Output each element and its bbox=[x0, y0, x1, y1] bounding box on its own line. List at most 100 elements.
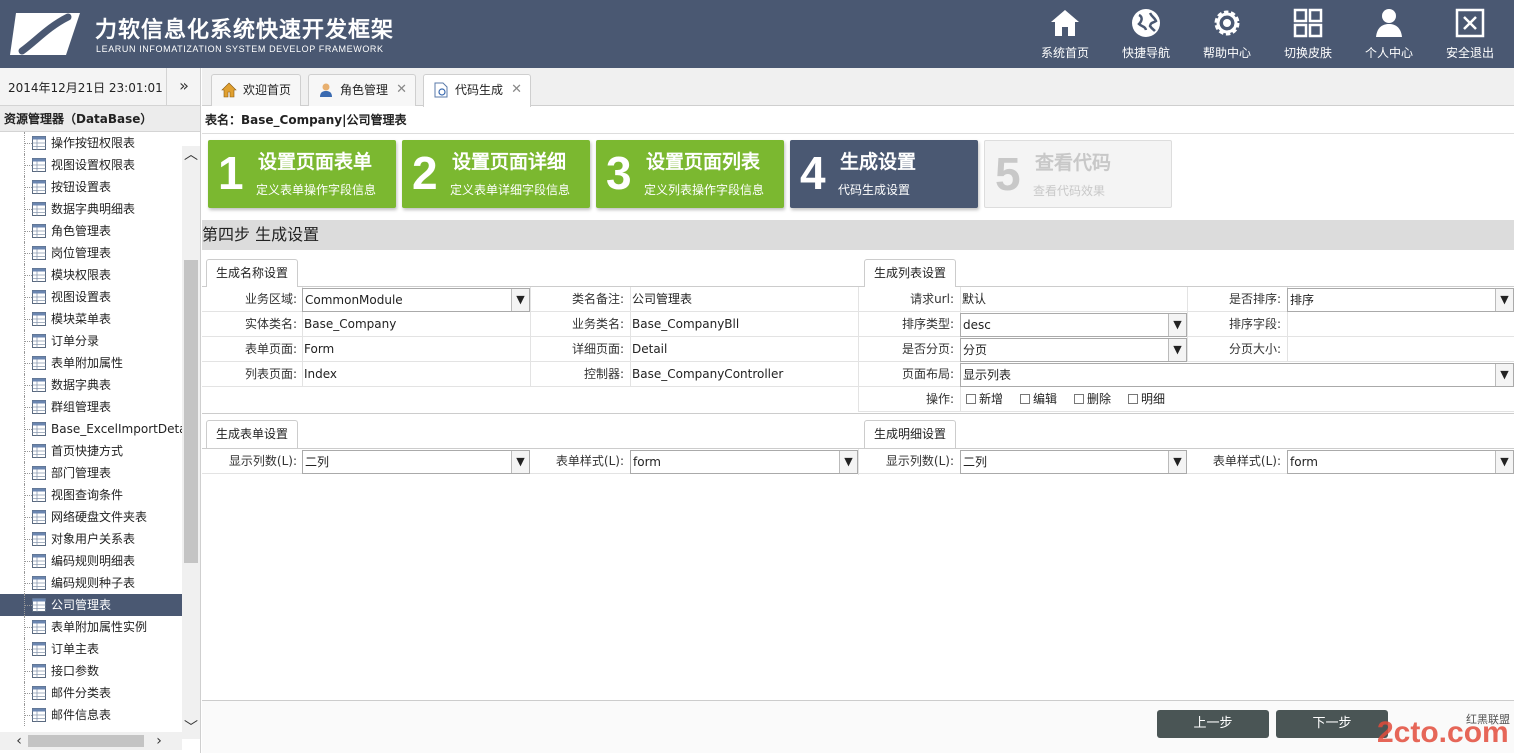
tree-line bbox=[24, 418, 32, 440]
detail-style-select[interactable]: form ▼ bbox=[1287, 450, 1514, 474]
tab-name-settings[interactable]: 生成名称设置 bbox=[206, 259, 299, 287]
sidebar-item[interactable]: 表单附加属性 bbox=[0, 352, 182, 374]
class-note-field[interactable]: 公司管理表 bbox=[630, 287, 858, 312]
tab-list-settings[interactable]: 生成列表设置 bbox=[864, 259, 957, 287]
nav-home-button[interactable]: 系统首页 bbox=[1025, 0, 1105, 68]
tab-detail-settings[interactable]: 生成明细设置 bbox=[864, 420, 957, 448]
close-icon[interactable]: ✕ bbox=[511, 75, 522, 105]
nav-skin-button[interactable]: 切换皮肤 bbox=[1268, 0, 1348, 68]
area-select[interactable]: CommonModule ▼ bbox=[302, 288, 530, 312]
collapse-sidebar-button[interactable]: » bbox=[166, 68, 201, 105]
scroll-up-icon[interactable]: ︿ bbox=[182, 146, 200, 164]
form-style-select[interactable]: form ▼ bbox=[630, 450, 858, 474]
sort-field-input[interactable] bbox=[1287, 312, 1514, 337]
page-size-input[interactable] bbox=[1287, 337, 1514, 362]
vertical-scrollbar[interactable]: ︿ ﹀ bbox=[182, 146, 200, 739]
sidebar-item[interactable]: 编码规则明细表 bbox=[0, 550, 182, 572]
paging-select[interactable]: 分页 ▼ bbox=[960, 338, 1187, 362]
sidebar-item[interactable]: 对象用户关系表 bbox=[0, 528, 182, 550]
sidebar-item[interactable]: Base_ExcelImportDetai bbox=[0, 418, 182, 440]
sidebar-item[interactable]: 按钮设置表 bbox=[0, 176, 182, 198]
detail-page-field[interactable]: Detail bbox=[630, 337, 858, 362]
sidebar-item[interactable]: 邮件信息表 bbox=[0, 704, 182, 726]
layout-value: 显示列表 bbox=[963, 368, 1012, 382]
sidebar-item[interactable]: 操作按钮权限表 bbox=[0, 132, 182, 154]
biz-class-field[interactable]: Base_CompanyBll bbox=[630, 312, 858, 337]
close-icon[interactable]: ✕ bbox=[396, 75, 407, 105]
nav-quick-button[interactable]: 快捷导航 bbox=[1106, 0, 1186, 68]
sidebar-item[interactable]: 视图设置表 bbox=[0, 286, 182, 308]
sidebar-item-label: Base_ExcelImportDetai bbox=[51, 422, 182, 436]
scroll-thumb[interactable] bbox=[28, 735, 144, 747]
detail-cols-select[interactable]: 二列 ▼ bbox=[960, 450, 1187, 474]
tab-form-settings[interactable]: 生成表单设置 bbox=[206, 420, 299, 448]
op-edit-checkbox[interactable]: 编辑 bbox=[1020, 388, 1057, 410]
step-4[interactable]: 4 生成设置 代码生成设置 bbox=[790, 140, 978, 208]
op-add-checkbox[interactable]: 新增 bbox=[966, 388, 1003, 410]
prev-step-button[interactable]: 上一步 bbox=[1157, 710, 1269, 738]
nav-quick-label: 快捷导航 bbox=[1121, 46, 1170, 60]
step-2[interactable]: 2 设置页面详细 定义表单详细字段信息 bbox=[402, 140, 590, 208]
sidebar-item[interactable]: 接口参数 bbox=[0, 660, 182, 682]
controller-field[interactable]: Base_CompanyController bbox=[630, 362, 858, 387]
nav-logout-button[interactable]: 安全退出 bbox=[1430, 0, 1510, 68]
op-detail-checkbox[interactable]: 明细 bbox=[1128, 388, 1165, 410]
sort-type-select[interactable]: desc ▼ bbox=[960, 313, 1187, 337]
sidebar-item[interactable]: 模块权限表 bbox=[0, 264, 182, 286]
nav-help-button[interactable]: 帮助中心 bbox=[1187, 0, 1267, 68]
sidebar-item[interactable]: 订单分录 bbox=[0, 330, 182, 352]
tab-role-management[interactable]: 角色管理 ✕ bbox=[308, 74, 416, 106]
sidebar-item[interactable]: 公司管理表 bbox=[0, 594, 182, 616]
horizontal-scrollbar[interactable]: ‹ › bbox=[0, 732, 182, 750]
form-cols-select[interactable]: 二列 ▼ bbox=[302, 450, 530, 474]
sort-select[interactable]: 排序 ▼ bbox=[1287, 288, 1514, 312]
step-1[interactable]: 1 设置页面表单 定义表单操作字段信息 bbox=[208, 140, 396, 208]
scroll-down-icon[interactable]: ﹀ bbox=[182, 719, 200, 737]
sidebar-item[interactable]: 网络硬盘文件夹表 bbox=[0, 506, 182, 528]
sidebar-item-label: 视图设置权限表 bbox=[51, 158, 136, 172]
sidebar-item-label: 编码规则种子表 bbox=[51, 576, 136, 590]
sort-select-value: 排序 bbox=[1290, 293, 1315, 307]
url-field[interactable]: 默认 bbox=[960, 287, 1186, 312]
sidebar-item-label: 订单分录 bbox=[51, 334, 100, 348]
sidebar-item[interactable]: 模块菜单表 bbox=[0, 308, 182, 330]
sidebar-item[interactable]: 编码规则种子表 bbox=[0, 572, 182, 594]
app-title: 力软信息化系统快速开发框架 bbox=[95, 18, 395, 43]
scroll-left-icon[interactable]: ‹ bbox=[10, 732, 28, 750]
step-desc: 定义表单操作字段信息 bbox=[256, 183, 377, 197]
sidebar-item[interactable]: 数据字典表 bbox=[0, 374, 182, 396]
tree-line bbox=[24, 638, 32, 660]
sidebar-item[interactable]: 群组管理表 bbox=[0, 396, 182, 418]
next-step-button[interactable]: 下一步 bbox=[1276, 710, 1388, 738]
step-3[interactable]: 3 设置页面列表 定义列表操作字段信息 bbox=[596, 140, 784, 208]
list-page-field[interactable]: Index bbox=[302, 362, 530, 387]
sidebar-item[interactable]: 视图查询条件 bbox=[0, 484, 182, 506]
layout-select[interactable]: 显示列表 ▼ bbox=[960, 363, 1514, 387]
scroll-thumb[interactable] bbox=[184, 260, 198, 563]
sidebar-item[interactable]: 订单主表 bbox=[0, 638, 182, 660]
table-icon bbox=[32, 598, 46, 612]
sidebar-item[interactable]: 视图设置权限表 bbox=[0, 154, 182, 176]
nav-profile-label: 个人中心 bbox=[1364, 46, 1413, 60]
table-icon bbox=[32, 136, 46, 150]
sidebar-item-label: 群组管理表 bbox=[51, 400, 112, 414]
form-page-field[interactable]: Form bbox=[302, 337, 530, 362]
sidebar-item[interactable]: 角色管理表 bbox=[0, 220, 182, 242]
table-icon bbox=[32, 180, 46, 194]
sidebar-item[interactable]: 数据字典明细表 bbox=[0, 198, 182, 220]
sidebar-item-label: 按钮设置表 bbox=[51, 180, 112, 194]
sidebar-item-label: 部门管理表 bbox=[51, 466, 112, 480]
sidebar-item[interactable]: 岗位管理表 bbox=[0, 242, 182, 264]
tab-welcome[interactable]: 欢迎首页 bbox=[211, 74, 301, 106]
sidebar-item[interactable]: 部门管理表 bbox=[0, 462, 182, 484]
op-delete-checkbox[interactable]: 删除 bbox=[1074, 388, 1111, 410]
nav-profile-button[interactable]: 个人中心 bbox=[1349, 0, 1429, 68]
sidebar-item[interactable]: 表单附加属性实例 bbox=[0, 616, 182, 638]
tab-code-generation[interactable]: 代码生成 ✕ bbox=[423, 74, 531, 107]
entity-field[interactable]: Base_Company bbox=[302, 312, 530, 337]
sidebar-item[interactable]: 首页快捷方式 bbox=[0, 440, 182, 462]
scroll-right-icon[interactable]: › bbox=[150, 732, 168, 750]
nav-home-label: 系统首页 bbox=[1040, 46, 1089, 60]
sidebar-item-label: 编码规则明细表 bbox=[51, 554, 136, 568]
sidebar-item[interactable]: 邮件分类表 bbox=[0, 682, 182, 704]
